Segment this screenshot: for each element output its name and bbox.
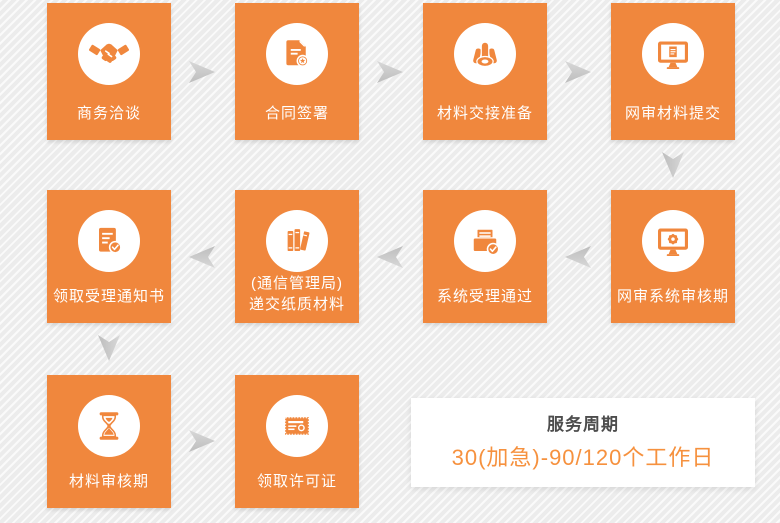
monitor-document-icon [653, 34, 693, 74]
flow-step-label: 领取许可证 [235, 471, 359, 492]
contract-document-icon [277, 34, 317, 74]
flow-step-label: 合同签署 [235, 103, 359, 124]
icon-circle [266, 395, 328, 457]
flow-step-label: 系统受理通过 [423, 286, 547, 307]
handshake-icon [89, 34, 129, 74]
certificate-icon [277, 406, 317, 446]
books-icon [277, 221, 317, 261]
icon-circle [266, 210, 328, 272]
icon-circle [642, 23, 704, 85]
flow-step-label: 领取受理通知书 [47, 286, 171, 307]
flow-step-material-review-period: 材料审核期 [47, 375, 171, 508]
arrow-right-icon [189, 61, 215, 83]
icon-circle [78, 395, 140, 457]
icon-circle [78, 23, 140, 85]
icon-circle [78, 210, 140, 272]
monitor-gear-icon [653, 221, 693, 261]
icon-circle [454, 23, 516, 85]
flow-step-material-handover-prep: 材料交接准备 [423, 3, 547, 140]
icon-circle [642, 210, 704, 272]
document-check-icon [89, 221, 129, 261]
flow-step-label: 商务洽谈 [47, 103, 171, 124]
arrow-right-icon [189, 430, 215, 452]
flow-step-business-negotiation: 商务洽谈 [47, 3, 171, 140]
flow-step-receive-license: 领取许可证 [235, 375, 359, 508]
arrow-right-icon [565, 61, 591, 83]
icon-circle [266, 23, 328, 85]
arrow-left-icon [565, 246, 591, 268]
service-period-value: 30(加急)-90/120个工作日 [452, 444, 715, 471]
flow-step-contract-signing: 合同签署 [235, 3, 359, 140]
document-rolls-icon [465, 34, 505, 74]
arrow-down-icon [662, 152, 684, 178]
service-period-title: 服务周期 [547, 414, 619, 436]
archive-check-icon [465, 221, 505, 261]
process-flow-diagram: 商务洽谈 合同签署 [0, 0, 780, 523]
flow-step-label: (通信管理局) 递交纸质材料 [235, 273, 359, 315]
arrow-right-icon [377, 61, 403, 83]
flow-step-online-review-submission: 网审材料提交 [611, 3, 735, 140]
flow-step-submit-paper-materials: (通信管理局) 递交纸质材料 [235, 190, 359, 323]
icon-circle [454, 210, 516, 272]
flow-step-system-acceptance-passed: 系统受理通过 [423, 190, 547, 323]
flow-step-label: 材料审核期 [47, 471, 171, 492]
arrow-down-icon [98, 335, 120, 361]
flow-step-online-review-period: 网审系统审核期 [611, 190, 735, 323]
flow-step-label: 材料交接准备 [423, 103, 547, 124]
service-period-box: 服务周期 30(加急)-90/120个工作日 [411, 398, 755, 487]
hourglass-icon [89, 406, 129, 446]
flow-step-label: 网审系统审核期 [611, 286, 735, 307]
arrow-left-icon [189, 246, 215, 268]
flow-step-receive-acceptance-notice: 领取受理通知书 [47, 190, 171, 323]
flow-step-label: 网审材料提交 [611, 103, 735, 124]
arrow-left-icon [377, 246, 403, 268]
